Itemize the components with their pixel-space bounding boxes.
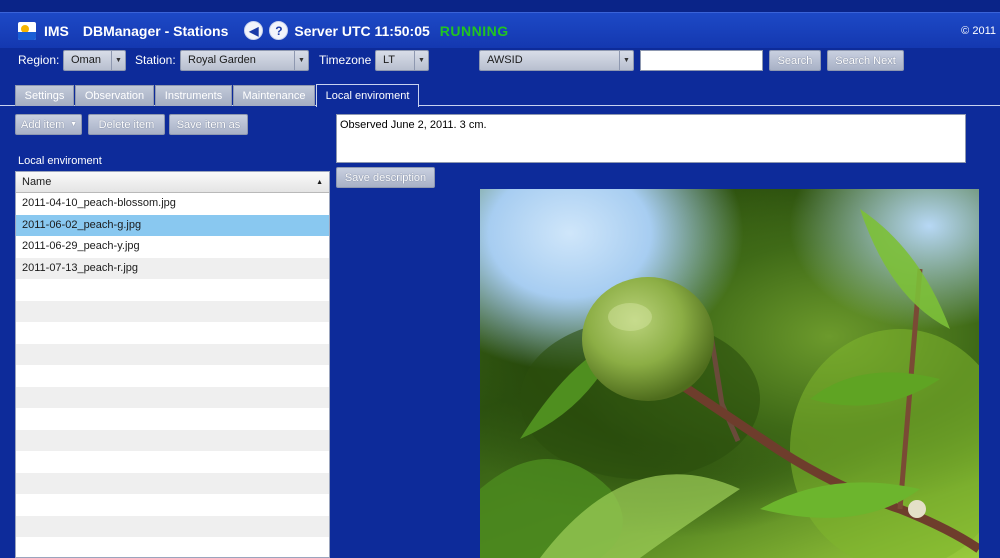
empty-row xyxy=(16,322,329,344)
delete-item-button[interactable]: Delete item xyxy=(88,114,165,135)
empty-row xyxy=(16,515,329,537)
search-input[interactable] xyxy=(640,50,763,71)
list-title: Local enviroment xyxy=(18,155,102,167)
app-title: DBManager - Stations xyxy=(82,22,229,39)
help-icon[interactable]: ? xyxy=(269,21,289,40)
chevron-down-icon: ▼ xyxy=(70,121,77,128)
station-value: Royal Garden xyxy=(188,54,256,66)
station-label: Station: xyxy=(135,53,176,67)
chevron-down-icon: ▼ xyxy=(111,51,125,70)
empty-row xyxy=(16,472,329,494)
app-logo-icon xyxy=(18,21,36,40)
timezone-label: Timezone xyxy=(319,53,372,67)
region-label: Region: xyxy=(18,53,60,67)
column-header-name[interactable]: Name ▲ xyxy=(16,172,329,193)
sort-ascending-icon: ▲ xyxy=(316,179,323,186)
empty-row xyxy=(16,494,329,516)
timezone-value: LT xyxy=(383,54,396,66)
add-item-button[interactable]: Add item ▼ xyxy=(15,114,82,135)
tab-bar: Settings Observation Instruments Mainten… xyxy=(0,84,1000,107)
list-item[interactable]: 2011-07-13_peach-r.jpg xyxy=(16,257,329,279)
save-item-as-button[interactable]: Save item as xyxy=(169,114,248,135)
empty-row xyxy=(16,365,329,387)
title-bar: IMS DBManager - Stations ◀ ? Server UTC … xyxy=(0,12,1000,48)
chevron-down-icon: ▼ xyxy=(619,51,633,70)
description-textarea[interactable]: Observed June 2, 2011. 3 cm. xyxy=(336,114,966,163)
add-item-label: Add item xyxy=(21,118,65,131)
server-status: RUNNING xyxy=(439,22,509,39)
list-item[interactable]: 2011-04-10_peach-blossom.jpg xyxy=(16,193,329,215)
empty-row xyxy=(16,408,329,430)
server-time: Server UTC 11:50:05 xyxy=(294,22,430,39)
tab-maintenance[interactable]: Maintenance xyxy=(233,85,315,106)
filter-bar: Region: Oman ▼ Station: Royal Garden ▼ T… xyxy=(0,49,1000,75)
tab-instruments[interactable]: Instruments xyxy=(155,85,232,106)
top-strip xyxy=(0,0,1000,12)
station-select[interactable]: Royal Garden ▼ xyxy=(180,50,309,71)
search-field-value: AWSID xyxy=(487,54,523,66)
empty-row xyxy=(16,343,329,365)
tab-settings[interactable]: Settings xyxy=(15,85,74,106)
empty-row xyxy=(16,386,329,408)
tab-local-environment[interactable]: Local enviroment xyxy=(316,84,419,107)
empty-row xyxy=(16,300,329,322)
back-arrow-icon[interactable]: ◀ xyxy=(244,21,264,40)
list-item[interactable]: 2011-06-29_peach-y.jpg xyxy=(16,236,329,258)
file-list: Name ▲ 2011-04-10_peach-blossom.jpg 2011-… xyxy=(15,171,330,558)
save-description-button[interactable]: Save description xyxy=(336,167,435,188)
search-next-button[interactable]: Search Next xyxy=(827,50,904,71)
empty-row xyxy=(16,429,329,451)
copyright: © 2011 xyxy=(961,24,996,37)
chevron-down-icon: ▼ xyxy=(294,51,308,70)
timezone-select[interactable]: LT ▼ xyxy=(375,50,429,71)
list-item[interactable]: 2011-06-02_peach-g.jpg xyxy=(16,214,329,236)
chevron-down-icon: ▼ xyxy=(414,51,428,70)
peach-photo-graphic xyxy=(480,209,979,558)
empty-row xyxy=(16,537,329,557)
search-field-select[interactable]: AWSID ▼ xyxy=(479,50,634,71)
empty-row xyxy=(16,451,329,473)
empty-row xyxy=(16,279,329,301)
region-value: Oman xyxy=(71,54,101,66)
app-name: IMS xyxy=(44,22,69,39)
tab-observation[interactable]: Observation xyxy=(75,85,154,106)
list-rows: 2011-04-10_peach-blossom.jpg 2011-06-02_p… xyxy=(16,193,329,557)
region-select[interactable]: Oman ▼ xyxy=(63,50,126,71)
observation-photo xyxy=(480,189,979,558)
column-header-label: Name xyxy=(22,176,52,188)
search-button[interactable]: Search xyxy=(769,50,821,71)
